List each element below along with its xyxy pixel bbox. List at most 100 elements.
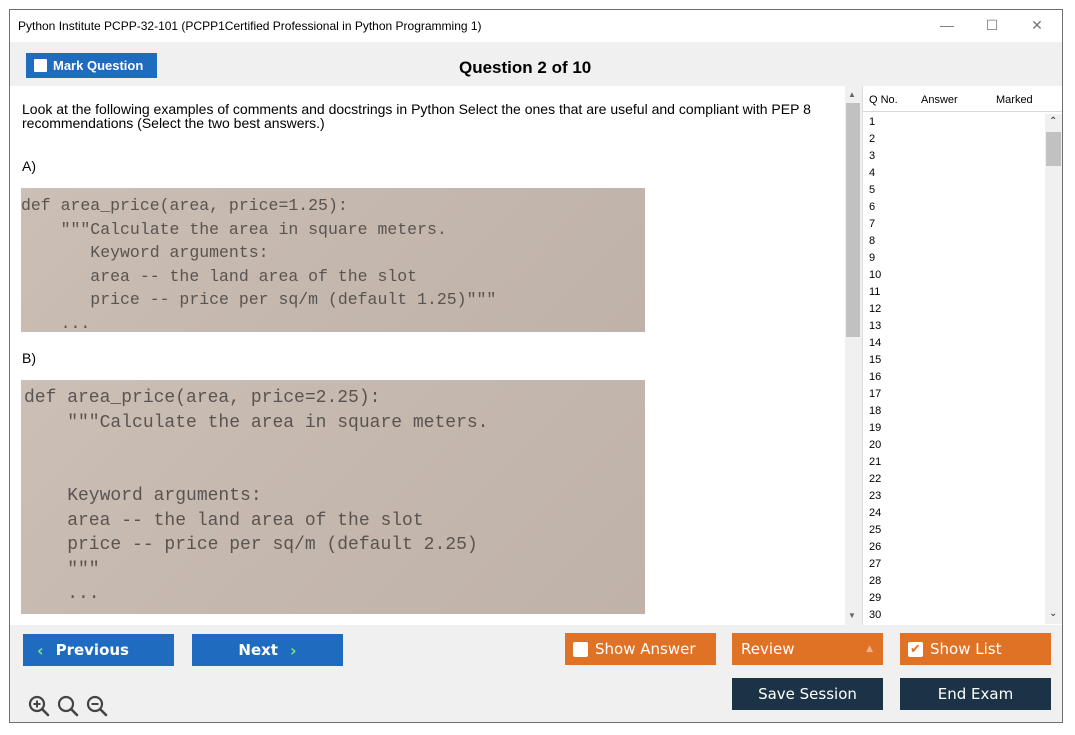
window-title: Python Institute PCPP-32-101 (PCPP1Certi… — [18, 19, 482, 33]
question-list-row[interactable]: 17 — [863, 386, 1045, 403]
question-number: 23 — [869, 490, 882, 502]
question-list-row[interactable]: 27 — [863, 556, 1045, 573]
question-list-row[interactable]: 7 — [863, 216, 1045, 233]
question-list-row[interactable]: 9 — [863, 250, 1045, 267]
question-list-row[interactable]: 12 — [863, 301, 1045, 318]
review-label: Review — [741, 640, 795, 658]
end-exam-label: End Exam — [937, 685, 1014, 703]
question-counter: Question 2 of 10 — [459, 58, 592, 77]
question-number: 1 — [869, 116, 876, 128]
save-session-button[interactable]: Save Session — [732, 678, 883, 710]
zoom-in-icon[interactable] — [28, 695, 50, 717]
question-panel: Look at the following examples of commen… — [10, 86, 845, 625]
question-list-scroll-thumb[interactable] — [1046, 132, 1061, 166]
question-list-row[interactable]: 25 — [863, 522, 1045, 539]
question-list-row[interactable]: 19 — [863, 420, 1045, 437]
close-button[interactable]: ✕ — [1022, 14, 1052, 36]
question-number: 12 — [869, 303, 882, 315]
scroll-thumb[interactable] — [846, 103, 860, 337]
chevron-down-icon[interactable]: ⌄ — [1049, 608, 1057, 619]
question-scrollbar[interactable]: ▲ ▼ — [845, 86, 861, 625]
question-number: 2 — [869, 133, 876, 145]
question-list-row[interactable]: 20 — [863, 437, 1045, 454]
review-dropdown-icon: ▲ — [866, 644, 873, 654]
question-number: 8 — [869, 235, 876, 247]
option-b-code-image: def area_price(area, price=2.25): """Cal… — [21, 380, 645, 614]
show-list-checkbox-icon: ✔ — [908, 641, 923, 657]
question-list-row[interactable]: 24 — [863, 505, 1045, 522]
question-list-row[interactable]: 26 — [863, 539, 1045, 556]
option-b-label: B) — [22, 350, 36, 366]
qno-header: Q No. — [869, 94, 898, 106]
chevron-up-icon[interactable]: ⌃ — [1049, 116, 1057, 127]
question-number: 9 — [869, 252, 876, 264]
question-list-panel: Q No. Answer Marked 1 2 3 4 5 6 7 8 9 10 11 12 13 14 1… — [862, 86, 1062, 625]
question-list-row[interactable]: 29 — [863, 590, 1045, 607]
answer-header: Answer — [921, 94, 958, 106]
question-number: 28 — [869, 575, 882, 587]
question-list-row[interactable]: 16 — [863, 369, 1045, 386]
question-list-row[interactable]: 3 — [863, 148, 1045, 165]
maximize-button[interactable]: ☐ — [977, 14, 1007, 36]
mark-question-label: Mark Question — [53, 58, 144, 73]
title-bar: Python Institute PCPP-32-101 (PCPP1Certi… — [10, 10, 1062, 42]
question-list-rows: 1 2 3 4 5 6 7 8 9 10 11 12 13 14 15 16 17 18 19 20 21 22 23 24 2… — [863, 114, 1045, 624]
question-list-row[interactable]: 10 — [863, 267, 1045, 284]
option-a-code: def area_price(area, price=1.25): """Cal… — [21, 196, 497, 332]
review-button[interactable]: Review ▲ — [732, 633, 883, 665]
question-list-row[interactable]: 22 — [863, 471, 1045, 488]
show-list-label: Show List — [930, 640, 1002, 658]
show-list-button[interactable]: ✔ Show List — [900, 633, 1051, 665]
question-list-row[interactable]: 18 — [863, 403, 1045, 420]
question-number: 24 — [869, 507, 882, 519]
question-list-row[interactable]: 13 — [863, 318, 1045, 335]
question-list-row[interactable]: 6 — [863, 199, 1045, 216]
question-number: 10 — [869, 269, 882, 281]
option-a-code-image: def area_price(area, price=1.25): """Cal… — [21, 188, 645, 332]
question-number: 13 — [869, 320, 882, 332]
question-number: 17 — [869, 388, 882, 400]
question-number: 6 — [869, 201, 876, 213]
chevron-left-icon: ‹ — [37, 640, 44, 660]
question-list-header: Q No. Answer Marked — [863, 86, 1062, 112]
question-list-row[interactable]: 14 — [863, 335, 1045, 352]
end-exam-button[interactable]: End Exam — [900, 678, 1051, 710]
question-list-row[interactable]: 30 — [863, 607, 1045, 624]
zoom-tools — [28, 695, 108, 717]
question-number: 5 — [869, 184, 876, 196]
mark-question-button[interactable]: Mark Question — [26, 53, 157, 78]
minimize-button[interactable]: — — [932, 14, 962, 36]
question-list-row[interactable]: 21 — [863, 454, 1045, 471]
question-list-scrollbar[interactable]: ⌃ ⌄ — [1045, 114, 1062, 624]
question-list-row[interactable]: 8 — [863, 233, 1045, 250]
zoom-reset-icon[interactable] — [57, 695, 79, 717]
question-header: Mark Question Question 2 of 10 — [10, 42, 1062, 86]
question-number: 3 — [869, 150, 876, 162]
question-list-row[interactable]: 1 — [863, 114, 1045, 131]
previous-label: Previous — [55, 641, 129, 659]
marked-header: Marked — [996, 94, 1033, 106]
option-a-label: A) — [22, 158, 36, 174]
question-list-row[interactable]: 23 — [863, 488, 1045, 505]
previous-button[interactable]: ‹ Previous — [23, 634, 174, 666]
question-number: 22 — [869, 473, 882, 485]
question-list-row[interactable]: 28 — [863, 573, 1045, 590]
question-list-row[interactable]: 11 — [863, 284, 1045, 301]
question-number: 21 — [869, 456, 882, 468]
question-number: 4 — [869, 167, 876, 179]
question-number: 15 — [869, 354, 882, 366]
question-list-row[interactable]: 4 — [863, 165, 1045, 182]
chevron-right-icon: › — [289, 640, 297, 660]
question-number: 7 — [869, 218, 876, 230]
zoom-out-icon[interactable] — [86, 695, 108, 717]
scroll-up-icon[interactable]: ▲ — [848, 90, 856, 99]
scroll-down-icon[interactable]: ▼ — [848, 611, 856, 620]
show-answer-button[interactable]: Show Answer — [565, 633, 716, 665]
question-list-row[interactable]: 15 — [863, 352, 1045, 369]
question-number: 19 — [869, 422, 882, 434]
app-window: Python Institute PCPP-32-101 (PCPP1Certi… — [9, 9, 1063, 723]
question-list-row[interactable]: 2 — [863, 131, 1045, 148]
next-button[interactable]: Next › — [192, 634, 343, 666]
question-list-row[interactable]: 5 — [863, 182, 1045, 199]
next-label: Next — [238, 641, 278, 659]
